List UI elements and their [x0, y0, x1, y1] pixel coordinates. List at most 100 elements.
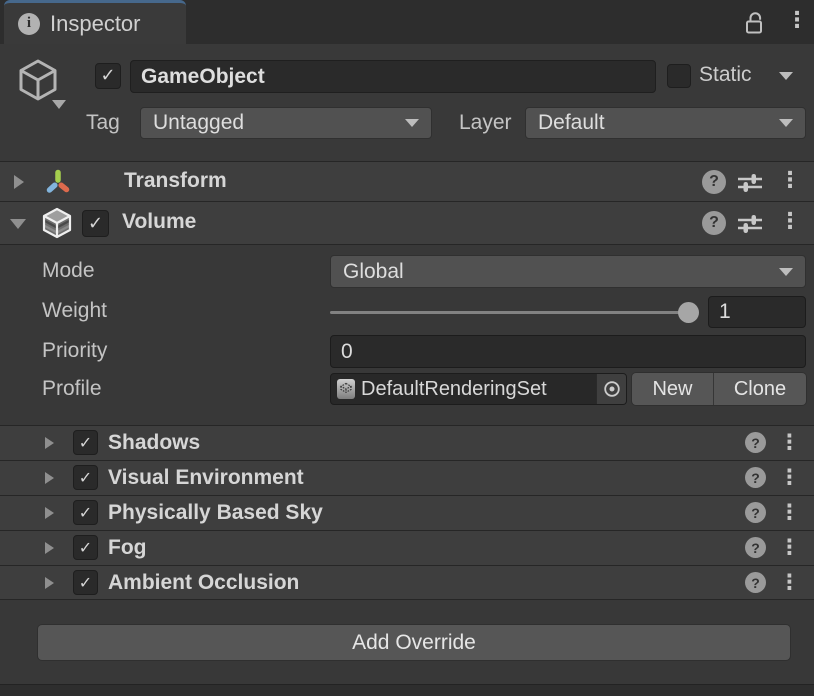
- layer-label: Layer: [459, 111, 512, 135]
- tab-bar: i Inspector ⋮: [0, 0, 814, 44]
- gameobject-icon-dropdown-arrow[interactable]: [52, 100, 66, 109]
- foldout-collapsed-icon[interactable]: [45, 577, 54, 589]
- info-icon: i: [18, 13, 40, 35]
- object-picker-icon[interactable]: [596, 374, 626, 404]
- kebab-menu-icon[interactable]: ⋮: [779, 210, 799, 234]
- foldout-collapsed-icon[interactable]: [45, 507, 54, 519]
- foldout-collapsed-icon[interactable]: [14, 175, 24, 189]
- chevron-down-icon: [405, 119, 419, 127]
- foldout-collapsed-icon[interactable]: [45, 437, 54, 449]
- presets-icon[interactable]: [736, 212, 764, 241]
- weight-slider-track[interactable]: [330, 311, 690, 314]
- override-row-fog[interactable]: ✓ Fog ? ⋮: [0, 530, 814, 565]
- lock-open-icon[interactable]: [743, 10, 766, 41]
- tab-title: Inspector: [50, 11, 141, 37]
- layer-value: Default: [538, 111, 605, 135]
- volume-component-header[interactable]: ✓ Volume ? ⋮: [0, 202, 814, 245]
- help-icon[interactable]: ?: [745, 467, 766, 488]
- transform-title: Transform: [124, 169, 227, 193]
- add-override-button[interactable]: Add Override: [38, 625, 790, 660]
- override-label: Shadows: [108, 431, 200, 455]
- priority-label: Priority: [42, 339, 107, 363]
- help-icon[interactable]: ?: [745, 572, 766, 593]
- chevron-down-icon: [779, 119, 793, 127]
- kebab-menu-icon[interactable]: ⋮: [779, 570, 799, 594]
- check-icon: ✓: [79, 540, 92, 556]
- override-label: Ambient Occlusion: [108, 571, 299, 595]
- check-icon: ✓: [79, 470, 92, 486]
- profile-value: DefaultRenderingSet: [361, 378, 596, 401]
- layer-dropdown[interactable]: Default: [525, 107, 806, 139]
- profile-buttons: New Clone: [632, 373, 806, 405]
- static-checkbox[interactable]: [667, 64, 691, 88]
- priority-input[interactable]: 0: [330, 335, 806, 368]
- help-icon[interactable]: ?: [702, 211, 726, 235]
- kebab-menu-icon[interactable]: ⋮: [779, 430, 799, 454]
- gameobject-active-checkbox[interactable]: ✓: [95, 63, 121, 89]
- kebab-menu-icon[interactable]: ⋮: [779, 535, 799, 559]
- volume-title: Volume: [122, 210, 196, 234]
- tab-menu-kebab-icon[interactable]: ⋮: [786, 9, 806, 33]
- static-label: Static: [699, 63, 752, 87]
- tab-inspector[interactable]: i Inspector: [4, 0, 186, 44]
- override-label: Fog: [108, 536, 146, 560]
- tag-dropdown[interactable]: Untagged: [140, 107, 432, 139]
- override-row-ambient-occlusion[interactable]: ✓ Ambient Occlusion ? ⋮: [0, 565, 814, 600]
- weight-label: Weight: [42, 299, 107, 323]
- check-icon: ✓: [79, 505, 92, 521]
- help-glyph: ?: [751, 505, 760, 521]
- clone-button[interactable]: Clone: [714, 373, 806, 405]
- profile-object-field[interactable]: DefaultRenderingSet: [330, 373, 627, 405]
- gameobject-name-input[interactable]: GameObject: [130, 60, 656, 93]
- override-checkbox[interactable]: ✓: [73, 570, 98, 595]
- check-icon: ✓: [88, 215, 103, 233]
- weight-slider-handle[interactable]: [678, 302, 699, 323]
- help-glyph: ?: [751, 435, 760, 451]
- mode-value: Global: [343, 260, 404, 284]
- kebab-menu-icon[interactable]: ⋮: [779, 465, 799, 489]
- volume-enabled-checkbox[interactable]: ✓: [82, 210, 109, 237]
- override-list: ✓ Shadows ? ⋮ ✓ Visual Environment ? ⋮ ✓…: [0, 425, 814, 600]
- static-dropdown-arrow-icon[interactable]: [779, 72, 793, 80]
- help-icon[interactable]: ?: [745, 432, 766, 453]
- override-checkbox[interactable]: ✓: [73, 500, 98, 525]
- foldout-collapsed-icon[interactable]: [45, 542, 54, 554]
- kebab-menu-icon[interactable]: ⋮: [779, 169, 799, 193]
- new-button[interactable]: New: [632, 373, 714, 405]
- help-icon[interactable]: ?: [702, 170, 726, 194]
- clone-button-label: Clone: [734, 378, 786, 401]
- profile-label: Profile: [42, 377, 102, 401]
- override-checkbox[interactable]: ✓: [73, 535, 98, 560]
- chevron-down-icon: [779, 268, 793, 276]
- override-row-shadows[interactable]: ✓ Shadows ? ⋮: [0, 425, 814, 460]
- override-checkbox[interactable]: ✓: [73, 465, 98, 490]
- check-icon: ✓: [79, 435, 92, 451]
- override-label: Visual Environment: [108, 466, 304, 490]
- presets-icon[interactable]: [736, 171, 764, 200]
- foldout-expanded-icon[interactable]: [10, 219, 26, 229]
- kebab-menu-icon[interactable]: ⋮: [779, 500, 799, 524]
- help-glyph: ?: [751, 575, 760, 591]
- foldout-collapsed-icon[interactable]: [45, 472, 54, 484]
- help-icon[interactable]: ?: [745, 537, 766, 558]
- help-glyph: ?: [709, 173, 719, 191]
- help-icon[interactable]: ?: [745, 502, 766, 523]
- weight-value-input[interactable]: 1: [708, 296, 806, 328]
- priority-value: 0: [341, 340, 353, 364]
- add-override-label: Add Override: [352, 631, 476, 655]
- override-row-visual-environment[interactable]: ✓ Visual Environment ? ⋮: [0, 460, 814, 495]
- transform-icon: [44, 168, 72, 201]
- override-row-physically-based-sky[interactable]: ✓ Physically Based Sky ? ⋮: [0, 495, 814, 530]
- inspector-panel: i Inspector ⋮ ✓ GameObject Static: [0, 0, 814, 696]
- check-icon: ✓: [79, 575, 92, 591]
- transform-component-header[interactable]: Transform ? ⋮: [0, 161, 814, 202]
- volume-icon: [42, 207, 72, 244]
- weight-value: 1: [719, 300, 731, 324]
- gameobject-name-value: GameObject: [141, 65, 265, 89]
- volume-body: Mode Global Weight 1 Priority 0 Profile: [0, 245, 814, 425]
- mode-dropdown[interactable]: Global: [330, 255, 806, 288]
- profile-asset-icon: [336, 377, 356, 401]
- help-glyph: ?: [709, 214, 719, 232]
- override-label: Physically Based Sky: [108, 501, 323, 525]
- override-checkbox[interactable]: ✓: [73, 430, 98, 455]
